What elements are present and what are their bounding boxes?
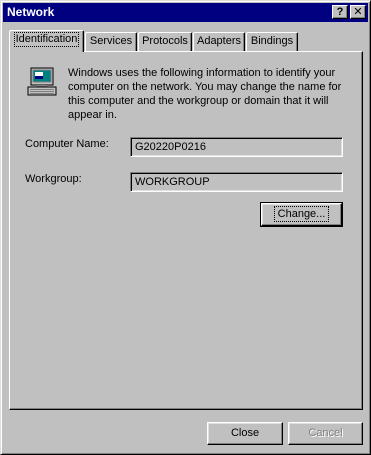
tab-protocols[interactable]: Protocols: [138, 32, 192, 51]
title-bar[interactable]: Network ? ✕: [3, 3, 368, 22]
workgroup-field[interactable]: WORKGROUP: [130, 172, 343, 192]
tab-services-label: Services: [89, 35, 133, 47]
change-button[interactable]: Change...: [260, 202, 343, 227]
computer-icon: [27, 67, 57, 96]
computer-name-label: Computer Name:: [25, 138, 109, 150]
close-window-button[interactable]: ✕: [350, 5, 366, 19]
tab-protocols-label: Protocols: [142, 35, 188, 47]
change-button-label: Change...: [273, 206, 330, 222]
workgroup-label: Workgroup:: [25, 173, 82, 185]
identification-panel: Windows uses the following information t…: [9, 51, 363, 410]
tab-bindings[interactable]: Bindings: [246, 32, 298, 51]
help-button[interactable]: ?: [332, 5, 348, 19]
cancel-button[interactable]: Cancel: [288, 422, 363, 445]
tab-services[interactable]: Services: [85, 32, 137, 51]
tab-adapters-label: Adapters: [196, 35, 242, 47]
tab-adapters[interactable]: Adapters: [193, 32, 245, 51]
network-dialog: Network ? ✕ Identification Services Prot…: [0, 0, 371, 455]
description-text: Windows uses the following information t…: [68, 67, 342, 121]
window-title: Network: [7, 5, 55, 19]
computer-name-field[interactable]: G20220P0216: [130, 137, 343, 157]
tab-bindings-label: Bindings: [250, 35, 294, 47]
tab-identification[interactable]: Identification: [9, 30, 84, 52]
tab-identification-label: Identification: [13, 32, 80, 47]
close-button[interactable]: Close: [207, 422, 283, 445]
